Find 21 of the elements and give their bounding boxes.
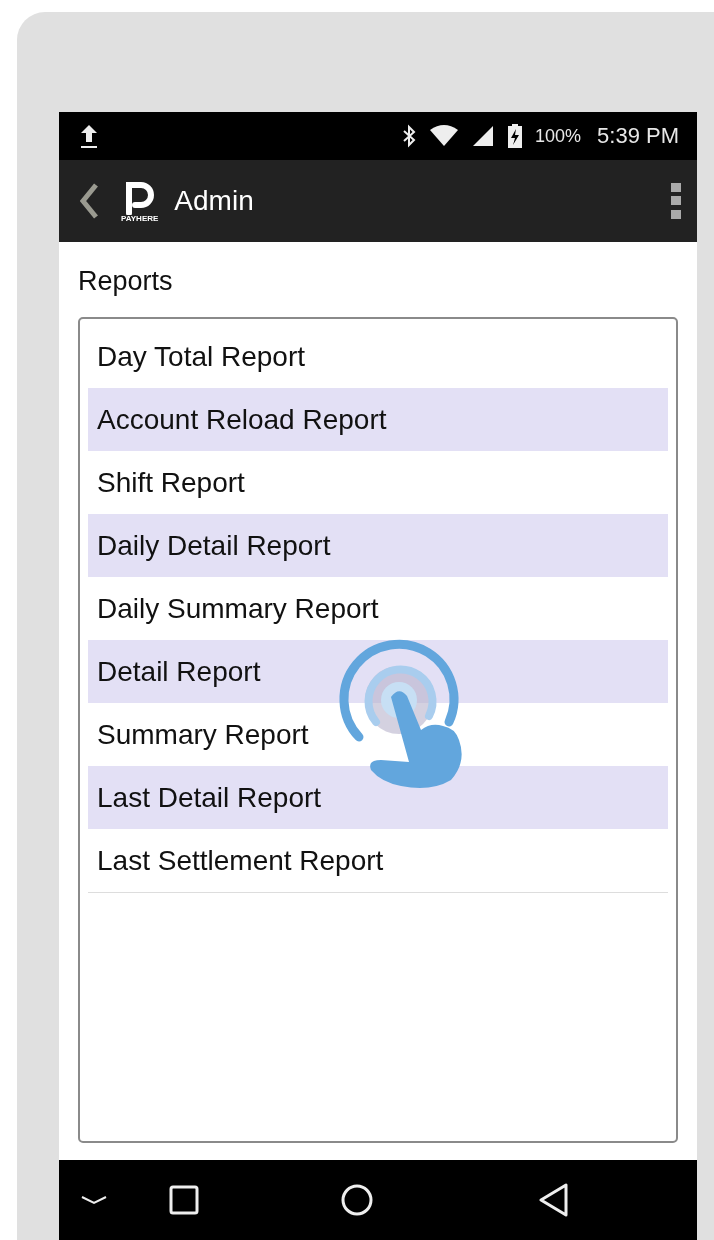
section-title: Reports (78, 265, 174, 298)
logo-text: PAYHERE (121, 214, 159, 223)
recent-apps-icon[interactable] (169, 1185, 199, 1215)
report-item[interactable]: Daily Detail Report (88, 514, 668, 577)
more-menu-icon[interactable] (671, 183, 681, 219)
logo-icon (123, 179, 156, 215)
bluetooth-icon (401, 124, 417, 148)
report-item[interactable]: Account Reload Report (88, 388, 668, 451)
hide-keyboard-icon[interactable] (80, 1195, 108, 1205)
wifi-icon (429, 124, 459, 148)
report-item[interactable]: Last Detail Report (88, 766, 668, 829)
clock-time: 5:39 PM (597, 123, 679, 149)
battery-icon (507, 123, 523, 149)
back-nav-icon[interactable] (539, 1183, 569, 1217)
upload-icon (79, 123, 99, 149)
screen-title: Admin (174, 185, 254, 217)
back-icon[interactable] (79, 182, 99, 220)
home-icon[interactable] (341, 1184, 373, 1216)
battery-level: 100% (535, 125, 582, 147)
signal-icon (471, 124, 495, 148)
report-item[interactable]: Detail Report (88, 640, 668, 703)
